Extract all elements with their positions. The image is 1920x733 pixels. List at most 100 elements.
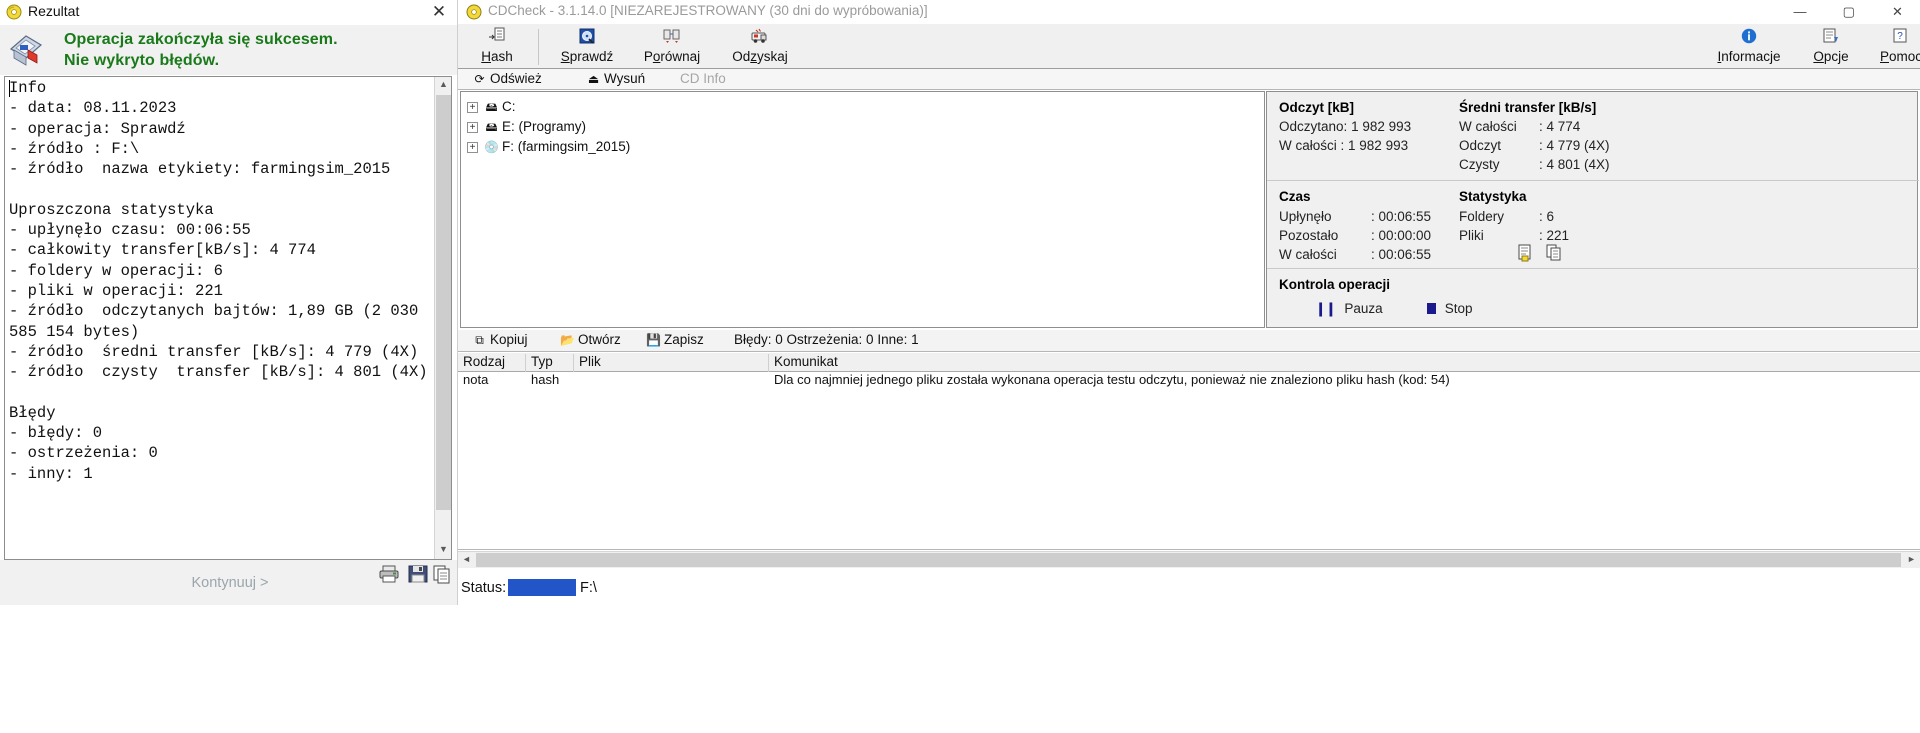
banner-success-line2: Nie wykryto błędów. [64, 52, 220, 69]
kopiuj-button[interactable]: ⧉ Kopiuj [472, 332, 528, 348]
log-vertical-scrollbar[interactable]: ▲ ▼ [434, 77, 451, 559]
ribbon-porownaj-button[interactable]: Porównaj [630, 27, 714, 64]
tree-item-f[interactable]: + 💿 F: (farmingsim_2015) [467, 138, 630, 156]
ribbon-hash-button[interactable]: Hash [468, 27, 526, 64]
ribbon-odzyskaj-button[interactable]: Odzyskaj [718, 27, 802, 64]
results-horizontal-scrollbar[interactable]: ◄ ► [458, 551, 1920, 568]
ribbon-informacje-label: Informacje [1717, 49, 1781, 64]
scroll-right-arrow-icon[interactable]: ► [1903, 552, 1920, 568]
statystyka-header: Statystyka [1459, 189, 1527, 204]
czas-header: Czas [1279, 189, 1311, 204]
disc-report-icon [9, 35, 43, 66]
close-button[interactable]: ✕ [1875, 0, 1920, 24]
odczyt-wcalosci-label: W całości : 1 982 993 [1279, 138, 1409, 153]
rezultat-window: Rezultat ✕ Operacja zakończyła się sukce… [0, 0, 458, 605]
save-icon[interactable] [407, 564, 429, 584]
ribbon-separator [538, 29, 539, 65]
pause-icon: ❙❙ [1315, 301, 1337, 316]
column-header-plik[interactable]: Plik [574, 354, 769, 372]
subbar-odswiez-button[interactable]: ⟳ Odśwież [472, 71, 542, 86]
rezultat-close-button[interactable]: ✕ [429, 2, 449, 22]
transfer-czysty-value: : 4 801 (4X) [1539, 157, 1610, 172]
subbar-odswiez-label: Odśwież [490, 71, 542, 86]
ribbon-porownaj-label: Porównaj [643, 49, 701, 64]
eject-icon: ⏏ [587, 72, 600, 86]
pause-button[interactable]: ❙❙ Pauza [1315, 301, 1383, 317]
scroll-left-arrow-icon[interactable]: ◄ [458, 552, 475, 568]
cdcheck-title-text: CDCheck - 3.1.14.0 [NIEZAREJESTROWANY (3… [488, 3, 928, 18]
print-icon[interactable] [378, 564, 400, 584]
result-log-box[interactable]: Info - data: 08.11.2023 - operacja: Spra… [4, 76, 452, 560]
info-icon [1706, 27, 1792, 47]
scroll-up-arrow-icon[interactable]: ▲ [435, 77, 451, 94]
ribbon-informacje-button[interactable]: Informacje [1706, 27, 1792, 64]
zapisz-label: Zapisz [664, 332, 704, 347]
column-header-typ[interactable]: Typ [526, 354, 574, 372]
column-header-rodzaj[interactable]: Rodzaj [458, 354, 526, 372]
ribbon-opcje-button[interactable]: Opcje [1800, 27, 1862, 64]
transfer-wcalosci-value: : 4 774 [1539, 119, 1581, 134]
ribbon-opcje-label: Opcje [1813, 49, 1849, 64]
tree-item-e[interactable]: + 🖴 E: (Programy) [467, 118, 586, 136]
subbar-wysun-label: Wysuń [604, 71, 646, 86]
result-banner: Operacja zakończyła się sukcesem. Nie wy… [0, 25, 457, 75]
transfer-odczyt-value: : 4 779 (4X) [1539, 138, 1610, 153]
report-icon[interactable] [1517, 244, 1535, 262]
cdcheck-ribbon: Hash Sprawdź Porównaj Odzyskaj Informacj… [458, 24, 1920, 69]
cdcheck-statusbar: Status: F:\ [458, 575, 1920, 603]
check-disc-icon [550, 27, 624, 47]
subbar-wysun-button[interactable]: ⏏ Wysuń [586, 71, 645, 86]
copy-icon[interactable] [431, 564, 453, 584]
odczyt-header: Odczyt [kB] [1279, 100, 1355, 115]
subbar-cdinfo-button: CD Info [680, 71, 726, 86]
statystyka-foldery-label: Foldery [1459, 209, 1505, 224]
pause-label: Pauza [1344, 301, 1383, 316]
copy-icon[interactable] [1545, 244, 1563, 262]
rezultat-title-text: Rezultat [28, 3, 80, 19]
minimize-button[interactable]: — [1777, 0, 1822, 24]
statystyka-pliki-label: Pliki [1459, 228, 1484, 243]
results-list-area[interactable]: Rodzaj Typ Plik Komunikat nota hash Dla … [458, 353, 1920, 550]
expand-plus-icon[interactable]: + [467, 101, 478, 113]
czas-pozostalo-value: : 00:00:00 [1371, 228, 1432, 243]
status-label: Status: [461, 580, 507, 596]
cell-typ: hash [531, 372, 560, 387]
compare-icon [630, 27, 714, 47]
info-divider-2 [1267, 268, 1919, 269]
maximize-button[interactable]: ▢ [1826, 0, 1871, 24]
drive-tree-panel[interactable]: + 🖴 C: + 🖴 E: (Programy) + 💿 F: (farmingsim_20… [460, 91, 1265, 328]
sredni-transfer-header: Średni transfer [kB/s] [1459, 100, 1597, 115]
tree-item-c[interactable]: + 🖴 C: [467, 98, 516, 116]
results-table-header: Rodzaj Typ Plik Komunikat [458, 353, 1920, 372]
continue-button[interactable]: Kontynuuj > [150, 575, 310, 595]
otworz-button[interactable]: 📂 Otwórz [560, 332, 621, 347]
expand-plus-icon[interactable]: + [467, 141, 478, 153]
svg-text:?: ? [1897, 31, 1903, 42]
statystyka-pliki-value: : 221 [1539, 228, 1570, 243]
czas-wcalosci-value: : 00:06:55 [1371, 247, 1432, 262]
ribbon-odzyskaj-label: Odzyskaj [732, 49, 788, 64]
options-icon [1800, 27, 1862, 47]
cdcheck-titlebar: CDCheck - 3.1.14.0 [NIEZAREJESTROWANY (3… [458, 0, 1920, 24]
table-row[interactable]: nota hash Dla co najmniej jednego pliku … [458, 372, 1920, 390]
screen-root: Rezultat ✕ Operacja zakończyła się sukce… [0, 0, 1920, 733]
stop-button[interactable]: Stop [1427, 301, 1473, 316]
kopiuj-label: Kopiuj [490, 332, 528, 347]
cdcheck-subtoolbar: ⟳ Odśwież ⏏ Wysuń CD Info [458, 69, 1920, 90]
scrollbar-thumb[interactable] [436, 95, 451, 510]
odczytano-value: 1 982 993 [1351, 119, 1412, 134]
results-toolbar: ⧉ Kopiuj 📂 Otwórz 💾 Zapisz Błędy: 0 Ostrzeż… [458, 330, 1920, 352]
column-header-komunikat[interactable]: Komunikat [769, 354, 1920, 372]
hscrollbar-thumb[interactable] [476, 553, 1901, 567]
cdcheck-window: CDCheck - 3.1.14.0 [NIEZAREJESTROWANY (3… [458, 0, 1920, 733]
czas-uplynelo-label: Upłynęło [1279, 209, 1332, 224]
expand-plus-icon[interactable]: + [467, 121, 478, 133]
ribbon-pomoc-button[interactable]: ? Pomoc [1868, 27, 1920, 64]
ribbon-sprawdz-button[interactable]: Sprawdź [550, 27, 624, 64]
scroll-down-arrow-icon[interactable]: ▼ [435, 542, 451, 559]
harddrive-icon: 🖴 [485, 120, 498, 135]
zapisz-button[interactable]: 💾 Zapisz [646, 332, 704, 347]
operation-info-panel: Odczyt [kB] Odczytano: 1 982 993 W całoś… [1266, 91, 1919, 328]
kontrola-header: Kontrola operacji [1279, 277, 1391, 292]
disc-icon: 💿 [484, 140, 499, 155]
